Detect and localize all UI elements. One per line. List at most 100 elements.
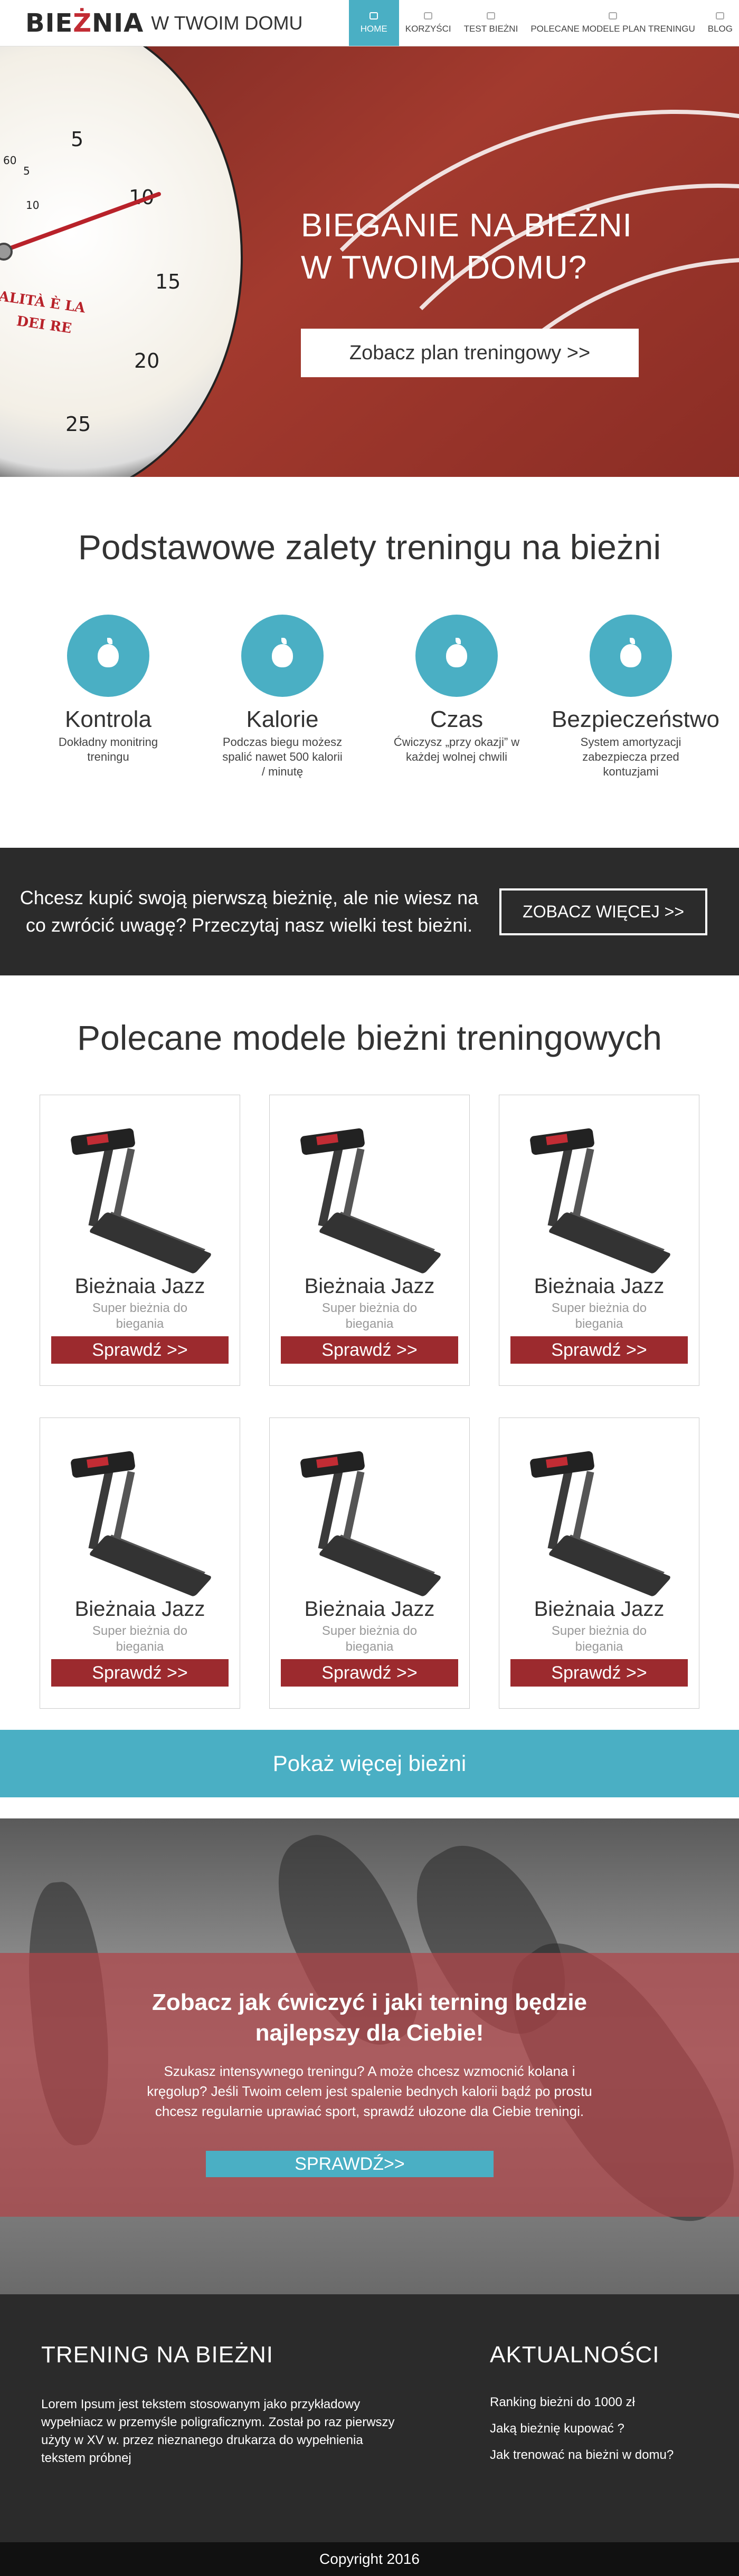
nav-item-korzysci[interactable]: Korzyści <box>399 0 458 46</box>
product-name: Bieżnaia Jazz <box>534 1275 665 1298</box>
news-link[interactable]: Ranking bieżni do 1000 zł <box>490 2393 712 2411</box>
product-card: Bieżnaia Jazz Super bieżnia do biegania … <box>499 1418 699 1709</box>
feature-item: Czas Ćwiczysz „przy okazji” w każdej wol… <box>377 615 536 779</box>
treadmill-image <box>61 1127 219 1275</box>
training-title: Zobacz jak ćwiczyć i jaki terning będzie… <box>151 1989 588 2046</box>
product-card: Bieżnaia Jazz Super bieżnia do biegania … <box>269 1095 470 1386</box>
features-title: Podstawowe zalety treningu na bieżni <box>78 528 661 567</box>
footer-about-text: Lorem Ipsum jest tekstem stosowanym jako… <box>41 2397 395 2465</box>
pencil-icon <box>486 12 495 20</box>
feature-name: Kontrola <box>65 706 151 732</box>
product-name: Bieżnaia Jazz <box>534 1597 665 1621</box>
product-card: Bieżnaia Jazz Super bieżnia do biegania … <box>269 1418 470 1709</box>
home-icon <box>369 12 378 20</box>
nav-item-blog[interactable]: Blog <box>702 0 739 46</box>
stopwatch-image: 5 10 15 20 25 60 5 10 ALITÀ È LA DEI RE <box>0 46 243 477</box>
apple-icon <box>272 638 293 667</box>
nav-item-models[interactable]: Polecane modele plan treningu <box>524 0 701 46</box>
logo-tagline: W TWOIM DOMU <box>151 12 303 34</box>
features-section: Podstawowe zalety treningu na bieżni Kon… <box>0 477 739 848</box>
feature-circle <box>241 615 324 697</box>
feature-name: Bezpieczeństwo <box>552 706 719 732</box>
feature-item: Kalorie Podczas biegu możesz spalić nawe… <box>203 615 362 779</box>
news-link[interactable]: Jaką bieżnię kupować ? <box>490 2420 712 2438</box>
check-training-button[interactable]: SPRAWDŹ>> <box>206 2151 494 2177</box>
doc-icon <box>716 12 725 20</box>
footer-news: AKTUALNOŚCI Ranking bieżni do 1000 zł Ja… <box>490 2342 712 2473</box>
product-name: Bieżnaia Jazz <box>304 1597 435 1621</box>
product-name: Bieżnaia Jazz <box>74 1597 205 1621</box>
cta-band: Chcesz kupić swoją pierwszą bieżnię, ale… <box>0 848 739 975</box>
products-section: Polecane modele bieżni treningowych Bież… <box>0 975 739 1818</box>
products-title: Polecane modele bieżni treningowych <box>77 1018 662 1057</box>
product-name: Bieżnaia Jazz <box>304 1275 435 1298</box>
chat-icon <box>424 12 433 20</box>
feature-circle <box>67 615 149 697</box>
training-text: Szukasz intensywnego treningu? A może ch… <box>147 2063 592 2119</box>
feature-item: Kontrola Dokładny monitring treningu <box>29 615 187 779</box>
site-header: BIEŻNIA W TWOIM DOMU Home Korzyści Test … <box>0 0 739 46</box>
feature-name: Kalorie <box>246 706 319 732</box>
treadmill-image <box>520 1127 678 1275</box>
product-card: Bieżnaia Jazz Super bieżnia do biegania … <box>40 1095 240 1386</box>
pencil-icon <box>609 12 618 20</box>
product-subtitle: Super bieżnia do biegania <box>551 1624 647 1654</box>
cta-text: Chcesz kupić swoją pierwszą bieżnię, ale… <box>20 887 479 936</box>
main-nav: Home Korzyści Test bieżni Polecane model… <box>348 0 739 46</box>
stopwatch-number: 10 <box>26 199 40 212</box>
product-grid: Bieżnaia Jazz Super bieżnia do biegania … <box>40 1095 699 1709</box>
footer-news-title: AKTUALNOŚCI <box>490 2342 660 2368</box>
see-more-button[interactable]: ZOBACZ WIĘCEJ >> <box>499 888 707 935</box>
check-button[interactable]: Sprawdź >> <box>51 1336 229 1364</box>
feature-item: Bezpieczeństwo System amortyzacji zabezp… <box>552 615 719 779</box>
treadmill-image <box>290 1450 449 1597</box>
hero-section: 5 10 15 20 25 60 5 10 ALITÀ È LA DEI RE B… <box>0 46 739 477</box>
product-name: Bieżnaia Jazz <box>74 1275 205 1298</box>
site-logo[interactable]: BIEŻNIA W TWOIM DOMU <box>0 0 303 46</box>
stopwatch-number: 25 <box>65 413 91 436</box>
product-subtitle: Super bieżnia do biegania <box>92 1301 188 1331</box>
nav-item-test[interactable]: Test bieżni <box>458 0 525 46</box>
check-button[interactable]: Sprawdź >> <box>510 1336 688 1364</box>
product-card: Bieżnaia Jazz Super bieżnia do biegania … <box>499 1095 699 1386</box>
training-plan-button[interactable]: Zobacz plan treningowy >> <box>301 329 639 377</box>
stopwatch-text: ALITÀ È LA DEI RE <box>0 288 87 337</box>
treadmill-image <box>61 1450 219 1597</box>
apple-icon <box>620 638 641 667</box>
features-list: Kontrola Dokładny monitring treningu Kal… <box>0 615 739 779</box>
stopwatch-number: 20 <box>134 349 160 372</box>
feature-desc: System amortyzacji zabezpiecza przed kon… <box>580 735 681 778</box>
feature-name: Czas <box>430 706 484 732</box>
product-subtitle: Super bieżnia do biegania <box>321 1624 418 1654</box>
product-subtitle: Super bieżnia do biegania <box>92 1624 188 1654</box>
site-footer: TRENING NA BIEŻNI Lorem Ipsum jest tekst… <box>0 2294 739 2542</box>
nav-item-home[interactable]: Home <box>348 0 399 46</box>
hero-title: BIEGANIE NA BIEŻNI W TWOIM DOMU? <box>301 207 632 286</box>
check-button[interactable]: Sprawdź >> <box>281 1659 458 1687</box>
news-link[interactable]: Jak trenować na bieżni w domu? <box>490 2446 712 2464</box>
apple-icon <box>98 638 119 667</box>
news-list: Ranking bieżni do 1000 zł Jaką bieżnię k… <box>490 2393 712 2464</box>
stopwatch-number: 15 <box>155 270 181 293</box>
show-more-treadmills-button[interactable]: Pokaż więcej bieżni <box>0 1730 739 1797</box>
stopwatch-number: 5 <box>23 165 30 177</box>
check-button[interactable]: Sprawdź >> <box>51 1659 229 1687</box>
footer-about-title: TRENING NA BIEŻNI <box>41 2342 273 2368</box>
check-button[interactable]: Sprawdź >> <box>281 1336 458 1364</box>
feature-desc: Podczas biegu możesz spalić nawet 500 ka… <box>222 735 343 778</box>
product-subtitle: Super bieżnia do biegania <box>321 1301 418 1331</box>
copyright: Copyright 2016 <box>0 2542 739 2576</box>
training-section: Zobacz jak ćwiczyć i jaki terning będzie… <box>0 1818 739 2294</box>
feature-circle <box>415 615 498 697</box>
apple-icon <box>446 638 467 667</box>
product-card: Bieżnaia Jazz Super bieżnia do biegania … <box>40 1418 240 1709</box>
feature-circle <box>590 615 672 697</box>
treadmill-image <box>520 1450 678 1597</box>
treadmill-image <box>290 1127 449 1275</box>
product-subtitle: Super bieżnia do biegania <box>551 1301 647 1331</box>
feature-desc: Ćwiczysz „przy okazji” w każdej wolnej c… <box>393 735 520 763</box>
footer-about: TRENING NA BIEŻNI Lorem Ipsum jest tekst… <box>41 2342 411 2467</box>
feature-desc: Dokładny monitring treningu <box>58 735 158 763</box>
check-button[interactable]: Sprawdź >> <box>510 1659 688 1687</box>
logo-brand: BIEŻNIA <box>25 8 144 38</box>
